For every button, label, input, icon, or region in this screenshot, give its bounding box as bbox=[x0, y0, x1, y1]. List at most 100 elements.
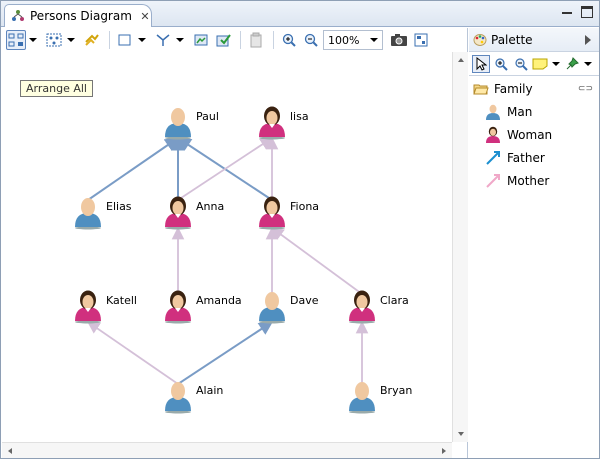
editor-window: Persons Diagram ✕ 100% Arrange All Paul … bbox=[0, 0, 600, 459]
outline-button[interactable] bbox=[411, 30, 431, 50]
person-node-bryan[interactable] bbox=[349, 382, 375, 414]
person-name-alain: Alain bbox=[196, 384, 224, 397]
palette-item-label: Mother bbox=[507, 173, 550, 188]
person-name-fiona: Fiona bbox=[290, 200, 320, 213]
paste-button[interactable] bbox=[246, 30, 266, 50]
palette-item-father[interactable]: Father bbox=[469, 146, 599, 169]
mother-link-icon bbox=[486, 173, 500, 188]
person-name-clara: Clara bbox=[380, 294, 409, 307]
scroll-down-arrow[interactable] bbox=[458, 432, 464, 436]
select-tool-button[interactable] bbox=[472, 54, 490, 73]
pin-group-icon[interactable]: ⊂⊃ bbox=[578, 84, 593, 94]
palette-title: Palette bbox=[491, 32, 533, 47]
palette-item-label: Woman bbox=[507, 127, 553, 142]
person-name-paul: Paul bbox=[196, 110, 219, 123]
person-name-bryan: Bryan bbox=[380, 384, 413, 397]
zoom-out-icon bbox=[304, 33, 318, 47]
person-node-katell[interactable] bbox=[75, 290, 101, 324]
select-all-button[interactable] bbox=[44, 30, 64, 50]
window-controls bbox=[561, 6, 593, 18]
person-name-amanda: Amanda bbox=[196, 294, 242, 307]
person-name-katell: Katell bbox=[106, 294, 137, 307]
person-node-amanda[interactable] bbox=[165, 290, 191, 324]
diagram-toolbar: 100% bbox=[2, 28, 468, 52]
person-node-alain[interactable] bbox=[165, 382, 191, 414]
arrange-all-button[interactable] bbox=[6, 30, 26, 50]
pin-tool-button[interactable] bbox=[563, 55, 581, 73]
tab-persons-diagram[interactable]: Persons Diagram ✕ bbox=[4, 4, 152, 27]
zoom-level-combo[interactable]: 100% bbox=[323, 30, 383, 50]
collapse-palette-icon[interactable] bbox=[585, 34, 591, 45]
scroll-left-arrow[interactable] bbox=[8, 448, 12, 454]
scroll-up-arrow[interactable] bbox=[458, 58, 464, 62]
show-in-view-button[interactable] bbox=[191, 30, 211, 50]
camera-icon bbox=[391, 34, 407, 46]
person-name-elias: Elias bbox=[106, 200, 132, 213]
diagram-canvas[interactable]: Paul lisa Elias Anna Fiona Katell Amanda Dave Cl… bbox=[2, 52, 452, 442]
person-node-fiona[interactable] bbox=[259, 196, 285, 230]
editor-tabstrip: Persons Diagram ✕ bbox=[1, 1, 599, 27]
arrange-dropdown-arrow[interactable] bbox=[28, 30, 38, 50]
refresh-links-icon bbox=[85, 34, 99, 46]
router-style-dropdown-arrow[interactable] bbox=[175, 30, 185, 50]
palette-item-woman[interactable]: Woman bbox=[469, 123, 599, 146]
person-node-anna[interactable] bbox=[165, 196, 191, 230]
note-dropdown-arrow[interactable] bbox=[551, 54, 561, 74]
check-view-icon bbox=[216, 34, 231, 47]
person-name-anna: Anna bbox=[196, 200, 225, 213]
father-link-elias-paul[interactable] bbox=[87, 137, 180, 201]
zoom-in-button[interactable] bbox=[279, 30, 299, 50]
person-node-dave[interactable] bbox=[259, 292, 285, 324]
person-node-paul[interactable] bbox=[165, 108, 191, 140]
apply-style-button[interactable] bbox=[213, 30, 233, 50]
select-all-icon bbox=[46, 33, 62, 47]
refresh-layout-button[interactable] bbox=[82, 30, 102, 50]
maximize-icon[interactable] bbox=[581, 6, 593, 18]
folder-open-icon bbox=[473, 84, 489, 95]
palette-item-label: Father bbox=[507, 150, 545, 165]
palette-group-family[interactable]: Family ⊂⊃ bbox=[469, 78, 599, 100]
note-icon bbox=[532, 58, 548, 69]
close-icon[interactable]: ✕ bbox=[139, 10, 151, 23]
export-image-button[interactable] bbox=[389, 30, 409, 50]
note-tool-button[interactable] bbox=[532, 55, 550, 73]
diagram-icon bbox=[12, 10, 24, 21]
person-node-elias[interactable] bbox=[75, 198, 101, 230]
palette-icon bbox=[473, 33, 487, 46]
person-node-clara[interactable] bbox=[349, 290, 375, 324]
pointer-icon bbox=[476, 56, 487, 71]
palette-item-mother[interactable]: Mother bbox=[469, 169, 599, 192]
mother-link-alain-katell[interactable] bbox=[86, 321, 179, 385]
mother-link-clara-fiona[interactable] bbox=[270, 227, 363, 295]
palette-zoom-in-button[interactable] bbox=[492, 55, 510, 73]
palette-header[interactable]: Palette bbox=[469, 28, 599, 52]
pin-icon bbox=[566, 56, 580, 69]
shape-style-dropdown-arrow[interactable] bbox=[137, 30, 147, 50]
rectangle-icon bbox=[118, 34, 131, 46]
pin-dropdown-arrow[interactable] bbox=[583, 54, 593, 74]
router-icon bbox=[156, 34, 170, 46]
diagram-editor: 100% Arrange All Paul lisa Elias Anna Fi… bbox=[2, 28, 468, 458]
person-node-lisa[interactable] bbox=[259, 106, 285, 140]
tab-label: Persons Diagram bbox=[30, 9, 132, 23]
palette-tools bbox=[469, 52, 599, 76]
vertical-scrollbar[interactable] bbox=[452, 52, 468, 442]
chevron-down-icon[interactable] bbox=[370, 38, 378, 42]
shape-style-button[interactable] bbox=[115, 30, 135, 50]
router-style-button[interactable] bbox=[153, 30, 173, 50]
father-link-alain-dave[interactable] bbox=[177, 321, 274, 385]
minimize-icon[interactable] bbox=[561, 6, 573, 18]
toolbar-separator bbox=[240, 31, 241, 49]
horizontal-scrollbar[interactable] bbox=[2, 442, 452, 458]
scroll-right-arrow[interactable] bbox=[442, 448, 446, 454]
zoom-in-icon bbox=[495, 57, 508, 71]
palette-item-man[interactable]: Man bbox=[469, 100, 599, 123]
person-name-lisa: lisa bbox=[290, 110, 309, 123]
clipboard-icon bbox=[250, 32, 262, 48]
zoom-out-button[interactable] bbox=[301, 30, 321, 50]
select-dropdown-arrow[interactable] bbox=[66, 30, 76, 50]
arrange-all-tooltip: Arrange All bbox=[20, 80, 93, 97]
palette-zoom-out-button[interactable] bbox=[512, 55, 530, 73]
palette-item-label: Man bbox=[507, 104, 533, 119]
toolbar-separator bbox=[109, 31, 110, 49]
